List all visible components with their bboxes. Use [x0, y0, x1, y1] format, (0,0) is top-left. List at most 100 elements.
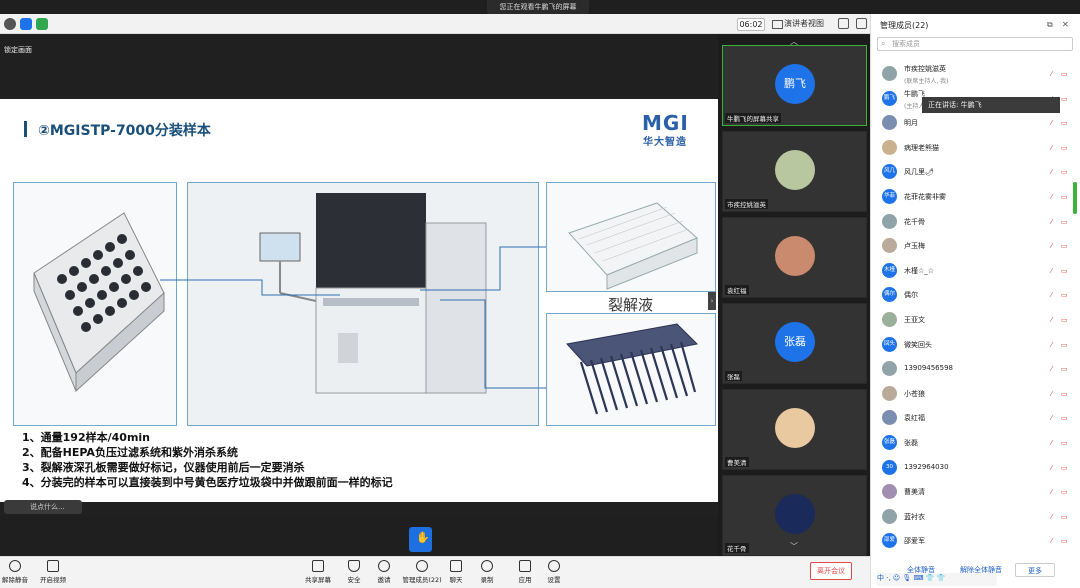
member-row[interactable]: 市疾控姚滋英 (联席主持人, 我) ⁄ ▭	[870, 62, 1075, 86]
camera-off-icon[interactable]: ▭	[1061, 414, 1070, 422]
camera-off-icon[interactable]: ▭	[1061, 488, 1070, 496]
member-row[interactable]: 曹美清 ⁄ ▭	[870, 480, 1075, 504]
settings-button[interactable]: 设置	[536, 560, 572, 584]
mic-muted-icon[interactable]: ⁄	[1048, 316, 1055, 324]
camera-off-icon[interactable]: ▭	[1061, 95, 1070, 103]
close-icon[interactable]: ✕	[1062, 20, 1069, 29]
mic-muted-icon[interactable]: ⁄	[1048, 168, 1055, 176]
mic-muted-icon[interactable]: ⁄	[1048, 365, 1055, 373]
camera-off-icon[interactable]: ▭	[1061, 267, 1070, 275]
mic-muted-icon[interactable]: ⁄	[1048, 242, 1055, 250]
member-search-input[interactable]: 搜索成员	[877, 37, 1073, 51]
ime-toolbar[interactable]: 中 ·, ☺ 🎙 ⌨ 👕 👕	[877, 573, 997, 586]
member-row[interactable]: 回头 微笑回头 ⁄ ▭	[870, 333, 1075, 357]
camera-off-icon[interactable]: ▭	[1061, 316, 1070, 324]
mic-muted-icon[interactable]: ⁄	[1048, 267, 1055, 275]
chevron-down-icon[interactable]: ﹀	[787, 541, 801, 551]
member-row[interactable]: 卢玉梅 ⁄ ▭	[870, 234, 1075, 258]
camera-off-icon[interactable]: ▭	[1061, 218, 1070, 226]
record-icon	[481, 560, 493, 572]
apps-icon	[519, 560, 531, 572]
mic-muted-icon[interactable]: ⁄	[1048, 414, 1055, 422]
member-row[interactable]: 张磊 张磊 ⁄ ▭	[870, 431, 1075, 455]
camera-off-icon[interactable]: ▭	[1061, 144, 1070, 152]
avatar	[882, 484, 897, 500]
members-icon	[416, 560, 428, 572]
camera-off-icon[interactable]: ▭	[1061, 537, 1070, 545]
member-row[interactable]: 病理老熊猫 ⁄ ▭	[870, 136, 1075, 160]
mic-muted-icon[interactable]: ⁄	[1048, 537, 1055, 545]
bullet-item: 2、配备HEPA负压过滤系统和紫外消杀系统	[22, 446, 238, 459]
more-button[interactable]: 更多	[1015, 563, 1055, 577]
camera-off-icon[interactable]: ▭	[1061, 439, 1070, 447]
member-row[interactable]: 偶尔 偶尔 ⁄ ▭	[870, 283, 1075, 307]
tile-name: 花千骨	[725, 543, 749, 553]
camera-off-icon[interactable]: ▭	[1061, 193, 1070, 201]
invite-button[interactable]: 邀请	[366, 560, 402, 584]
layout-icon[interactable]	[856, 18, 867, 29]
member-row[interactable]: 邵爱 邵爱军 ⁄ ▭	[870, 529, 1075, 553]
mic-muted-icon[interactable]: ⁄	[1048, 119, 1055, 127]
member-row[interactable]: 明月 ⁄ ▭	[870, 111, 1075, 135]
video-tile[interactable]: 张磊 张磊	[722, 303, 867, 384]
video-tile[interactable]: 曹美清	[722, 389, 867, 470]
member-row[interactable]: 袁红福 ⁄ ▭	[870, 406, 1075, 430]
member-row[interactable]: 蓝衬衣 ⁄ ▭	[870, 505, 1075, 529]
manage-members-button[interactable]: 管理成员(22)	[402, 560, 442, 584]
raise-hand-button[interactable]: ✋	[409, 527, 432, 552]
mic-muted-icon[interactable]: ⁄	[1048, 464, 1055, 472]
avatar	[775, 408, 815, 448]
video-tile[interactable]: 鹏飞 牛鹏飞的屏幕共享	[722, 45, 867, 126]
camera-off-icon[interactable]: ▭	[1061, 390, 1070, 398]
member-name: 王亚文	[904, 316, 925, 324]
share-screen-button[interactable]: 共享屏幕	[300, 560, 336, 584]
camera-off-icon[interactable]: ▭	[1061, 291, 1070, 299]
record-button[interactable]: 录制	[469, 560, 505, 584]
avatar: 邵爱	[882, 533, 897, 549]
mic-muted-icon[interactable]: ⁄	[1048, 488, 1055, 496]
camera-off-icon[interactable]: ▭	[1061, 464, 1070, 472]
member-row[interactable]: 木槿 木槿☆_☆ ⁄ ▭	[870, 259, 1075, 283]
start-video-button[interactable]: 开启视频	[35, 560, 71, 584]
member-row[interactable]: 花千骨 ⁄ ▭	[870, 210, 1075, 234]
member-row[interactable]: 13909456598 ⁄ ▭	[870, 357, 1075, 381]
mic-muted-icon[interactable]: ⁄	[1048, 439, 1055, 447]
gear-icon	[548, 560, 560, 572]
member-row[interactable]: 小苍狼 ⁄ ▭	[870, 382, 1075, 406]
camera-off-icon[interactable]: ▭	[1061, 513, 1070, 521]
leave-meeting-button[interactable]: 离开会议	[810, 562, 852, 580]
camera-off-icon[interactable]: ▭	[1061, 341, 1070, 349]
member-row[interactable]: 王亚文 ⁄ ▭	[870, 308, 1075, 332]
camera-off-icon[interactable]: ▭	[1061, 168, 1070, 176]
collapse-gallery-icon[interactable]: ›	[708, 292, 716, 310]
video-tile[interactable]: 市疾控姚滋英	[722, 131, 867, 212]
camera-off-icon[interactable]: ▭	[1061, 365, 1070, 373]
screen-icon	[312, 560, 324, 572]
camera-off-icon[interactable]: ▭	[1061, 119, 1070, 127]
chevron-up-icon[interactable]: ︿	[787, 36, 801, 46]
fullscreen-icon[interactable]	[838, 18, 849, 29]
scrollbar[interactable]	[1073, 182, 1077, 214]
mic-muted-icon[interactable]: ⁄	[1048, 70, 1055, 78]
mic-muted-icon[interactable]: ⁄	[1048, 390, 1055, 398]
avatar: 华菲	[882, 189, 897, 204]
member-row[interactable]: 风几 风几里🌶 ⁄ ▭	[870, 160, 1075, 184]
member-name: 木槿☆_☆	[904, 266, 935, 275]
mic-muted-icon[interactable]: ⁄	[1048, 513, 1055, 521]
mic-muted-icon[interactable]: ⁄	[1048, 218, 1055, 226]
camera-off-icon[interactable]: ▭	[1061, 242, 1070, 250]
unmute-button[interactable]: 解除静音	[0, 560, 33, 584]
camera-off-icon[interactable]: ▭	[1061, 70, 1070, 78]
video-tile[interactable]: 袁红福	[722, 217, 867, 298]
mic-muted-icon[interactable]: ⁄	[1048, 291, 1055, 299]
tile-name: 市疾控姚滋英	[725, 199, 768, 209]
popout-icon[interactable]: ⧉	[1047, 20, 1053, 30]
unmute-label: 解除静音	[2, 576, 28, 584]
mic-muted-icon[interactable]: ⁄	[1048, 193, 1055, 201]
speaker-view-toggle[interactable]: 演讲者视图	[772, 17, 824, 31]
member-row[interactable]: 华菲 花菲花雾非雾 ⁄ ▭	[870, 185, 1075, 209]
mic-muted-icon[interactable]: ⁄	[1048, 341, 1055, 349]
chat-input[interactable]: 说点什么...	[4, 500, 82, 514]
mic-muted-icon[interactable]: ⁄	[1048, 144, 1055, 152]
member-row[interactable]: 30 1392964030 ⁄ ▭	[870, 456, 1075, 480]
